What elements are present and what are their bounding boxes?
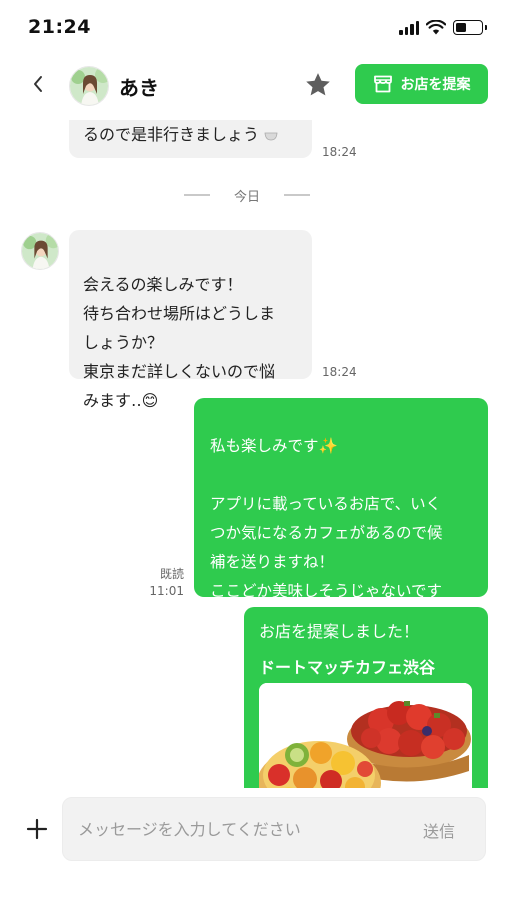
back-button[interactable] bbox=[24, 70, 52, 98]
contact-avatar[interactable] bbox=[69, 66, 109, 106]
read-receipt: 既読 11:01 bbox=[140, 566, 184, 600]
status-time: 21:24 bbox=[28, 16, 91, 38]
chevron-left-icon bbox=[34, 76, 42, 92]
send-button[interactable]: 送信 bbox=[423, 818, 455, 842]
message-input-bar: 送信 bbox=[0, 788, 507, 900]
separator-line bbox=[283, 194, 310, 196]
sender-avatar[interactable] bbox=[21, 232, 59, 270]
message-text: るので是非行きましょう bbox=[83, 125, 260, 144]
message-input[interactable] bbox=[78, 798, 398, 860]
star-icon bbox=[306, 73, 330, 96]
suggest-shop-button[interactable]: お店を提案 bbox=[355, 64, 488, 104]
message-text: 私も楽しみです✨ アプリに載っているお店で、いく つか気になるカフェがあるので候… bbox=[210, 437, 443, 629]
read-status: 既読 bbox=[159, 567, 184, 581]
storefront-icon bbox=[373, 75, 392, 93]
separator-line bbox=[184, 194, 210, 196]
favorite-button[interactable] bbox=[303, 70, 333, 100]
shop-name: ドートマッチカフェ渋谷 bbox=[259, 658, 436, 677]
message-text: 会えるの楽しみです！ 待ち合わせ場所はどうしま しょうか？ 東京まだ詳しくないの… bbox=[83, 275, 276, 410]
bowl-emoji-icon bbox=[264, 132, 278, 141]
date-separator: 今日 bbox=[184, 185, 310, 205]
message-input-container: 送信 bbox=[62, 797, 486, 861]
chat-area[interactable]: るので是非行きましょう 18:24 今日 会えるの楽しみです！ 待ち合わせ場所は… bbox=[0, 120, 507, 788]
suggest-shop-label: お店を提案 bbox=[400, 77, 471, 93]
message-time: 18:24 bbox=[322, 145, 357, 159]
chat-header: あき お店を提案 bbox=[0, 56, 507, 120]
shop-photo[interactable] bbox=[259, 683, 472, 788]
outgoing-message: 私も楽しみです✨ アプリに載っているお店で、いく つか気になるカフェがあるので候… bbox=[194, 398, 488, 629]
shop-card-intro: お店を提案しました！ bbox=[259, 622, 420, 641]
fruit-tart-image bbox=[259, 683, 472, 788]
status-bar: 21:24 bbox=[0, 0, 507, 56]
incoming-message: 会えるの楽しみです！ 待ち合わせ場所はどうしま しょうか？ 東京まだ詳しくないの… bbox=[69, 230, 312, 410]
date-label: 今日 bbox=[233, 189, 260, 205]
message-time: 18:24 bbox=[322, 365, 357, 379]
message-time: 11:01 bbox=[149, 584, 184, 598]
shop-suggestion-card[interactable]: お店を提案しました！ ドートマッチカフェ渋谷 bbox=[244, 607, 488, 788]
avatar-photo bbox=[70, 67, 108, 105]
cellular-signal-icon bbox=[399, 20, 419, 35]
plus-icon bbox=[26, 818, 48, 840]
incoming-message: るので是非行きましょう bbox=[69, 120, 312, 158]
avatar-photo bbox=[22, 233, 58, 269]
status-icons bbox=[399, 20, 487, 35]
wifi-icon bbox=[426, 20, 446, 35]
attach-button[interactable] bbox=[24, 816, 50, 842]
battery-icon bbox=[453, 20, 487, 35]
contact-name: あき bbox=[119, 76, 159, 100]
